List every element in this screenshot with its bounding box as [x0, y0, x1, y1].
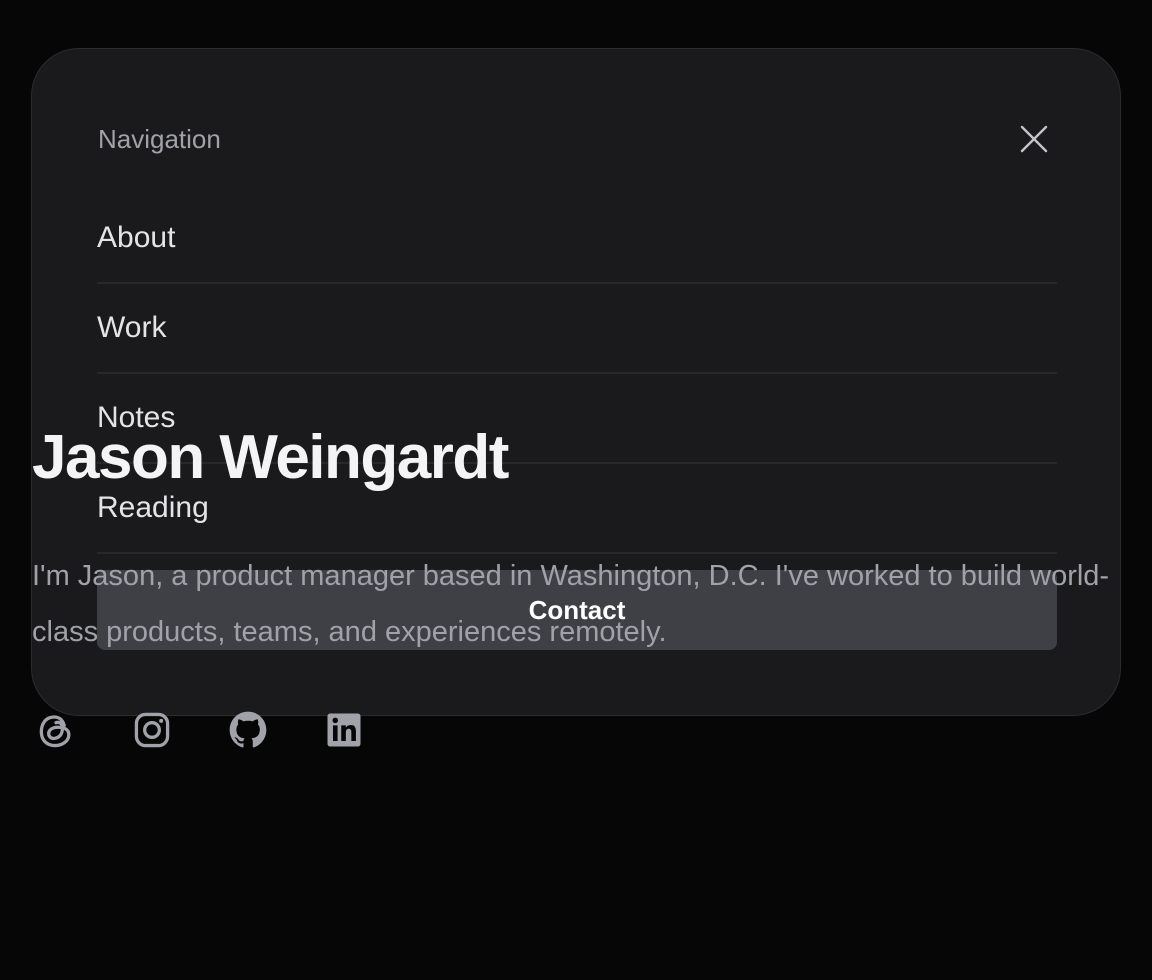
nav-item-work[interactable]: Work — [97, 284, 1057, 374]
instagram-icon — [134, 712, 170, 748]
threads-icon — [39, 715, 71, 748]
navigation-list: About Work Notes Reading — [97, 194, 1057, 554]
linkedin-link[interactable] — [320, 706, 368, 754]
nav-item-label: Work — [97, 311, 167, 344]
threads-link[interactable] — [32, 706, 80, 754]
close-icon — [1020, 125, 1048, 153]
nav-item-about[interactable]: About — [97, 194, 1057, 284]
close-button[interactable] — [1014, 119, 1054, 159]
github-link[interactable] — [224, 706, 272, 754]
linkedin-icon — [327, 713, 361, 747]
profile-name: Jason Weingardt — [32, 423, 509, 492]
page: Navigation About Work Notes Reading Cont… — [0, 0, 1152, 980]
profile-bio: I'm Jason, a product manager based in Wa… — [32, 560, 1110, 648]
navigation-title: Navigation — [98, 124, 221, 154]
nav-item-label: About — [97, 221, 176, 254]
social-links — [32, 706, 368, 754]
instagram-link[interactable] — [128, 706, 176, 754]
github-icon — [229, 711, 267, 748]
